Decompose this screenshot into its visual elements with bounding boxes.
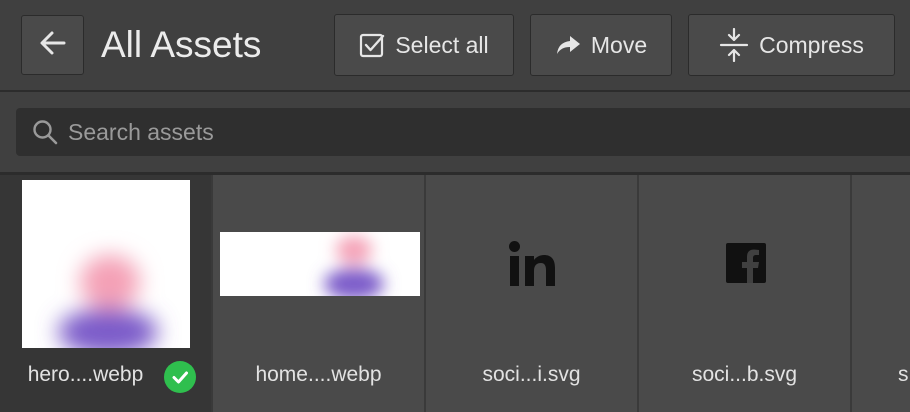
asset-thumbnail	[22, 180, 190, 348]
share-arrow-icon	[555, 34, 581, 56]
select-all-button[interactable]: Select all	[334, 14, 514, 76]
linkedin-icon	[508, 240, 558, 288]
asset-thumbnail	[220, 232, 420, 296]
asset-name: soci...i.svg	[482, 363, 581, 386]
move-label: Move	[590, 31, 648, 58]
selected-check-icon	[164, 361, 196, 393]
compress-icon	[719, 28, 749, 62]
header: All Assets Select all Move Compress	[0, 0, 910, 90]
asset-tile[interactable]: soci...i.svg	[426, 175, 639, 412]
search-bar[interactable]	[16, 108, 910, 156]
search-icon	[32, 119, 58, 145]
move-button[interactable]: Move	[530, 14, 672, 76]
asset-tile[interactable]: soci...b.svg	[639, 175, 852, 412]
compress-button[interactable]: Compress	[688, 14, 895, 76]
checkbox-checked-icon	[359, 32, 385, 58]
page-title: All Assets	[101, 24, 262, 65]
assets-panel: All Assets Select all Move Compress Sear…	[0, 0, 910, 412]
asset-tile[interactable]: home....webp	[213, 175, 426, 412]
select-all-label: Select all	[395, 31, 489, 58]
arrow-left-icon	[38, 28, 68, 63]
search-input[interactable]	[68, 112, 910, 152]
asset-tile[interactable]: hero....webp	[0, 175, 213, 412]
asset-name: soci...b.svg	[691, 363, 798, 386]
facebook-icon	[726, 243, 766, 283]
back-button[interactable]	[21, 15, 84, 75]
header-divider	[0, 90, 910, 92]
asset-name: home....webp	[255, 363, 382, 386]
asset-tile[interactable]: s	[852, 175, 910, 412]
asset-name: s	[898, 363, 909, 386]
compress-label: Compress	[759, 31, 864, 58]
